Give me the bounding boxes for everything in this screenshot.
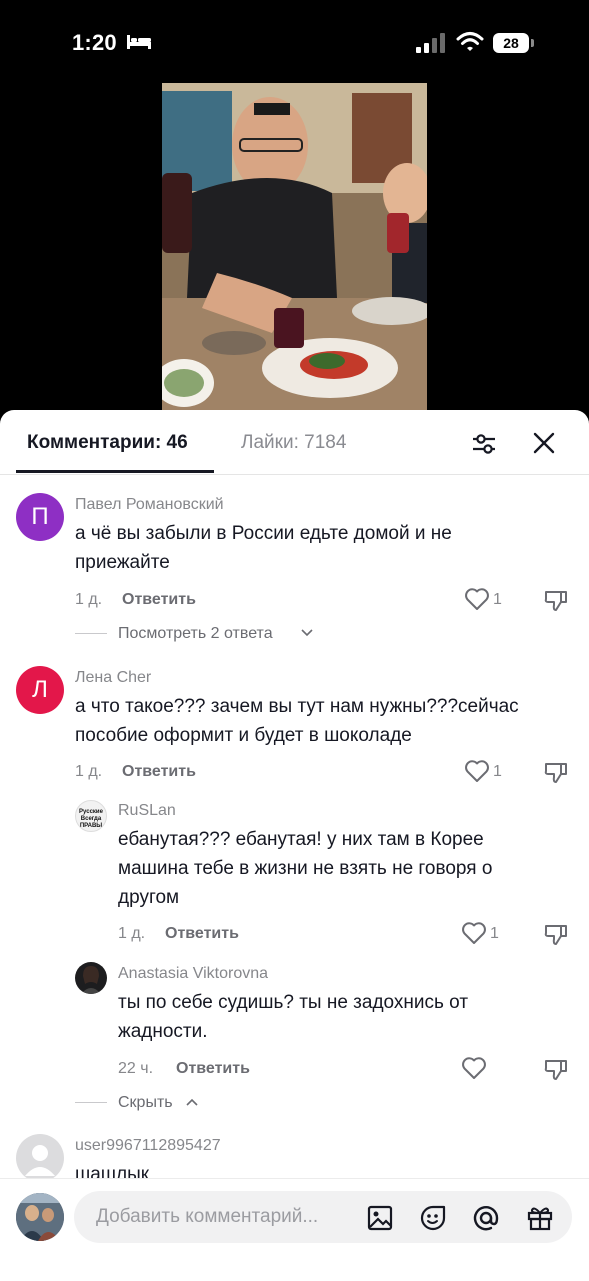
comment-text-line: пособие оформит и будет в шоколаде [75,725,412,746]
dislike-icon[interactable] [543,1056,569,1082]
comment-author[interactable]: Лена Cher [75,669,151,687]
tab-active-indicator [16,470,214,473]
comment-time: 1 д. [75,763,103,780]
status-bar: 1:20 28 [0,0,589,84]
heart-icon[interactable] [464,587,490,611]
default-avatar-icon [25,1145,55,1176]
comment-text-line: а чё вы забыли в России едьте домой и не [75,523,452,544]
like-count: 1 [493,591,502,608]
signal-icon [416,33,445,53]
comment-author[interactable]: user9967112895427 [75,1137,221,1155]
reply-button[interactable]: Ответить [176,1060,250,1078]
avatar[interactable] [16,1134,64,1182]
bed-icon [127,35,151,49]
like-count: 1 [493,763,502,780]
like-count: 1 [490,925,499,942]
reply-time: 22 ч. [118,1060,154,1077]
reply-text-line: ебанутая??? ебанутая! у них там в Корее [118,829,484,850]
video-frame-image [162,83,427,413]
chevron-down-icon[interactable] [301,628,313,638]
reply-time: 1 д. [118,925,146,942]
close-icon[interactable] [531,430,557,456]
thread-line [75,1102,107,1103]
thread-line [75,633,107,634]
comment-input-bar: Добавить комментарий... [0,1178,589,1281]
tabs-bar: Комментарии: 46 Лайки: 7184 [0,410,589,475]
reply-text-line: жадности. [118,1021,208,1042]
current-user-avatar[interactable] [16,1193,64,1241]
comment-time: 1 д. [75,591,103,608]
filter-icon[interactable] [470,430,498,458]
hide-replies-button[interactable]: Скрыть [118,1094,173,1112]
avatar[interactable]: Л [16,666,64,714]
dislike-icon[interactable] [543,921,569,947]
dislike-icon[interactable] [543,759,569,785]
chevron-up-icon[interactable] [186,1097,198,1107]
reply-text-line: машина тебе в жизни не взять не говоря о [118,858,493,879]
avatar-photo [81,966,101,994]
reply-button[interactable]: Ответить [122,591,196,609]
reply-button[interactable]: Ответить [165,925,239,943]
heart-icon[interactable] [461,1056,487,1080]
avatar[interactable]: Русские Всегда ПРАВЫ [75,800,107,832]
image-icon[interactable] [366,1204,394,1232]
comment-input[interactable]: Добавить комментарий... [74,1191,572,1243]
tab-likes[interactable]: Лайки: 7184 [241,432,346,454]
avatar[interactable] [75,962,107,994]
gift-icon[interactable] [526,1204,554,1232]
reply-text-line: другом [118,887,180,908]
reply-author[interactable]: Anastasia Viktorovna [118,965,268,983]
comment-input-placeholder: Добавить комментарий... [96,1206,319,1227]
emoji-icon[interactable] [419,1204,447,1232]
current-user-avatar-photo [16,1193,64,1241]
heart-icon[interactable] [461,921,487,945]
tab-comments[interactable]: Комментарии: 46 [27,432,188,454]
reply-button[interactable]: Ответить [122,763,196,781]
dislike-icon[interactable] [543,587,569,613]
battery-icon: 28 [493,33,535,53]
view-replies-button[interactable]: Посмотреть 2 ответа [118,625,273,643]
reply-text-line: ты по себе судишь? ты не задохнись от [118,992,469,1013]
reply-author[interactable]: RuSLan [118,802,176,820]
video-preview[interactable] [162,83,427,413]
at-icon[interactable] [472,1204,500,1232]
heart-icon[interactable] [464,759,490,783]
comment-text-line: приежайте [75,552,170,573]
wifi-icon [456,32,484,51]
comment-author[interactable]: Павел Романовский [75,496,224,514]
comment-text-line: а что такое??? зачем вы тут нам нужны???… [75,696,519,717]
avatar[interactable]: П [16,493,64,541]
status-time: 1:20 [72,30,117,55]
